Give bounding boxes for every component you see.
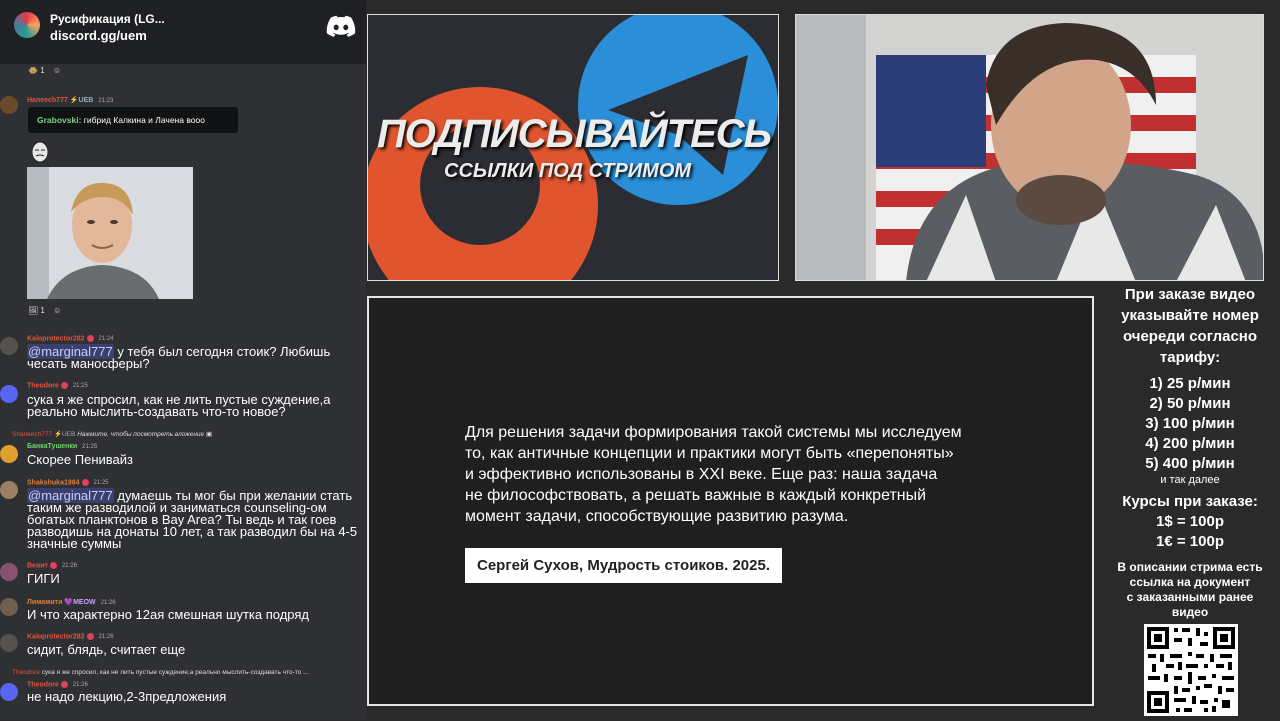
add-reaction-icon[interactable]: ☺: [53, 306, 61, 315]
avatar[interactable]: [0, 683, 18, 701]
message-text: не надо лекцию,2-3предложения: [27, 689, 227, 704]
quote-text: Для решения задачи формирования такой си…: [465, 424, 962, 525]
username[interactable]: Вевит 21:26: [27, 562, 77, 569]
tariff-item: 4) 200 р/мин: [1145, 435, 1235, 452]
timestamp: 21:26: [98, 634, 114, 641]
reaction-emoji-icon: 🐵: [28, 66, 38, 75]
tariff-item: 5) 400 р/мин: [1145, 455, 1235, 472]
timestamp: 21:23: [98, 98, 114, 104]
message-text: сидит, блядь, считает еще: [27, 642, 186, 657]
tariff-item: 3) 100 р/мин: [1145, 415, 1235, 432]
username[interactable]: Shakshuka1984 21:25: [27, 479, 109, 486]
username[interactable]: Haneech777 ⚡UEB 21:23: [27, 96, 113, 104]
message-text: @marginal777 у тебя был сегодня стоик? Л…: [27, 344, 331, 371]
message-text: И что характерно 12ая смешная шутка подр…: [27, 607, 310, 622]
invite-link[interactable]: discord.gg/uem: [50, 28, 147, 43]
qr-code[interactable]: [1144, 624, 1238, 716]
avatar[interactable]: [0, 598, 18, 616]
info-sidebar: При заказе видео указывайте номер очеред…: [1100, 284, 1280, 620]
image-icon: ▣: [205, 431, 213, 438]
username[interactable]: БанкаТушенки 21:25: [27, 443, 97, 450]
message-text: Скорее Пенивайз: [27, 452, 133, 467]
username[interactable]: Theodore 21:25: [27, 382, 88, 389]
message-text: ГИГИ: [27, 571, 60, 586]
username[interactable]: Kaloprotector282 21:24: [27, 335, 114, 342]
discord-icon: [326, 15, 356, 37]
embed-author: Grabovski:: [37, 115, 82, 125]
reply-preview[interactable]: Shaneech777 ⚡UEB Нажмите, чтобы посмотре…: [12, 430, 212, 438]
reaction-row[interactable]: 🐵 1 ☺: [28, 66, 61, 75]
promo-subtitle: ССЫЛКИ ПОД СТРИМОМ: [444, 160, 692, 182]
avatar[interactable]: [0, 337, 18, 355]
reaction-count: 1: [40, 306, 45, 315]
promo-title: ПОДПИСЫВАЙТЕСЬ: [376, 112, 772, 156]
message-text: @marginal777 думаешь ты мог бы при желан…: [27, 488, 358, 551]
tariff-item: 2) 50 р/мин: [1149, 395, 1231, 412]
username[interactable]: Theodore 21:26: [27, 681, 88, 688]
username[interactable]: Kaloprotector282 21:26: [27, 633, 114, 640]
avatar[interactable]: [0, 481, 18, 499]
reply-preview[interactable]: Theodore сука я же спросил, как не лить …: [12, 669, 309, 676]
server-icon[interactable]: [14, 12, 40, 38]
avatar[interactable]: [0, 563, 18, 581]
timestamp: 21:26: [61, 563, 77, 570]
tariff-item: 1) 25 р/мин: [1149, 375, 1231, 392]
embed-quote: Grabovski: гибрид Калкина и Лачена вооо: [28, 107, 238, 133]
message-text: сука я же спросил, как не лить пустые су…: [27, 392, 331, 419]
add-reaction-icon[interactable]: ☺: [53, 66, 61, 75]
etc-note: и так далее: [1160, 474, 1220, 486]
chat-overlay: Русификация (LG... discord.gg/uem 🐵 1 ☺ …: [0, 0, 366, 720]
avatar[interactable]: [0, 96, 18, 114]
quote-citation: Сергей Сухов, Мудрость стоиков. 2025.: [465, 548, 782, 583]
timestamp: 21:26: [72, 682, 88, 689]
webcam-image: [796, 15, 1263, 280]
username[interactable]: Лимамити 💜MEOW 21:26: [27, 598, 116, 606]
timestamp: 21:24: [98, 336, 114, 343]
timestamp: 21:25: [72, 383, 88, 390]
timestamp: 21:25: [82, 444, 98, 450]
timestamp: 21:25: [93, 480, 109, 487]
reaction-row[interactable]: 🖼 1 ☺: [28, 306, 61, 315]
timestamp: 21:26: [100, 600, 116, 606]
chat-header: Русификация (LG... discord.gg/uem: [0, 0, 366, 64]
avatar[interactable]: [0, 634, 18, 652]
server-name: Русификация (LG...: [50, 12, 165, 26]
avatar[interactable]: [0, 445, 18, 463]
attached-image[interactable]: [27, 167, 193, 299]
webcam-feed: [795, 14, 1264, 281]
embed-text: гибрид Калкина и Лачена вооо: [81, 115, 205, 125]
reaction-count: 1: [40, 66, 45, 75]
tariff-list: 1) 25 р/мин 2) 50 р/мин 3) 100 р/мин 4) …: [1100, 374, 1280, 474]
order-instructions: При заказе видео указывайте номер очеред…: [1121, 286, 1259, 366]
reaction-emoji-icon: 🖼: [28, 306, 39, 315]
quote-panel: Для решения задачи формирования такой си…: [367, 296, 1094, 706]
promo-banner: ПОДПИСЫВАЙТЕСЬ ССЫЛКИ ПОД СТРИМОМ: [367, 14, 779, 281]
sticker-face-icon[interactable]: [30, 140, 50, 164]
avatar[interactable]: [0, 385, 18, 403]
courses-block: Курсы при заказе: 1$ = 100р 1€ = 100р: [1122, 493, 1258, 550]
description-note: В описании стрима есть ссылка на докумен…: [1117, 560, 1263, 619]
